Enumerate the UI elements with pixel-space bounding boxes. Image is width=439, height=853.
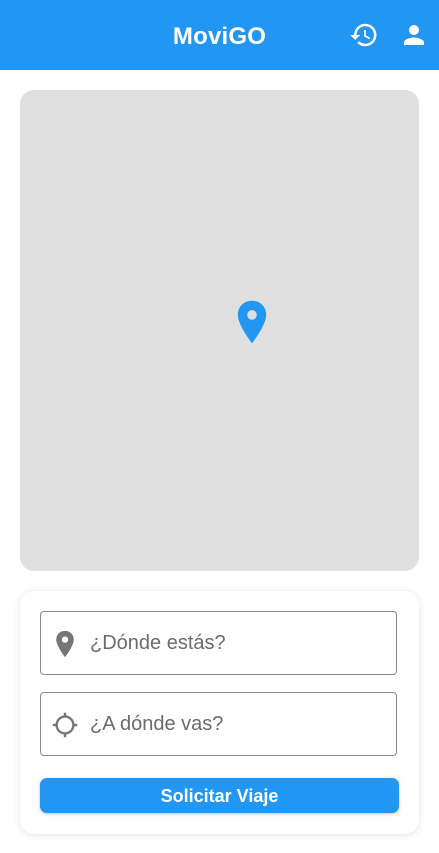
trip-request-card: Solicitar Viaje bbox=[20, 591, 419, 834]
person-icon bbox=[404, 25, 424, 45]
origin-input[interactable] bbox=[90, 612, 386, 674]
map-view[interactable] bbox=[20, 90, 419, 571]
gps-crosshair-icon bbox=[51, 711, 79, 739]
location-pin-icon bbox=[237, 300, 267, 344]
destination-input[interactable] bbox=[90, 693, 386, 755]
origin-field[interactable] bbox=[40, 611, 397, 675]
profile-button[interactable] bbox=[394, 15, 434, 55]
history-button[interactable] bbox=[344, 15, 384, 55]
request-trip-button[interactable]: Solicitar Viaje bbox=[40, 778, 399, 813]
history-icon bbox=[350, 23, 377, 47]
app-bar: MoviGO bbox=[0, 0, 439, 70]
app-screen: MoviGO ¿Dónde estás? ¿A dónde vas? Solic… bbox=[0, 0, 439, 853]
location-pin-icon bbox=[51, 630, 79, 658]
destination-field[interactable] bbox=[40, 692, 397, 756]
